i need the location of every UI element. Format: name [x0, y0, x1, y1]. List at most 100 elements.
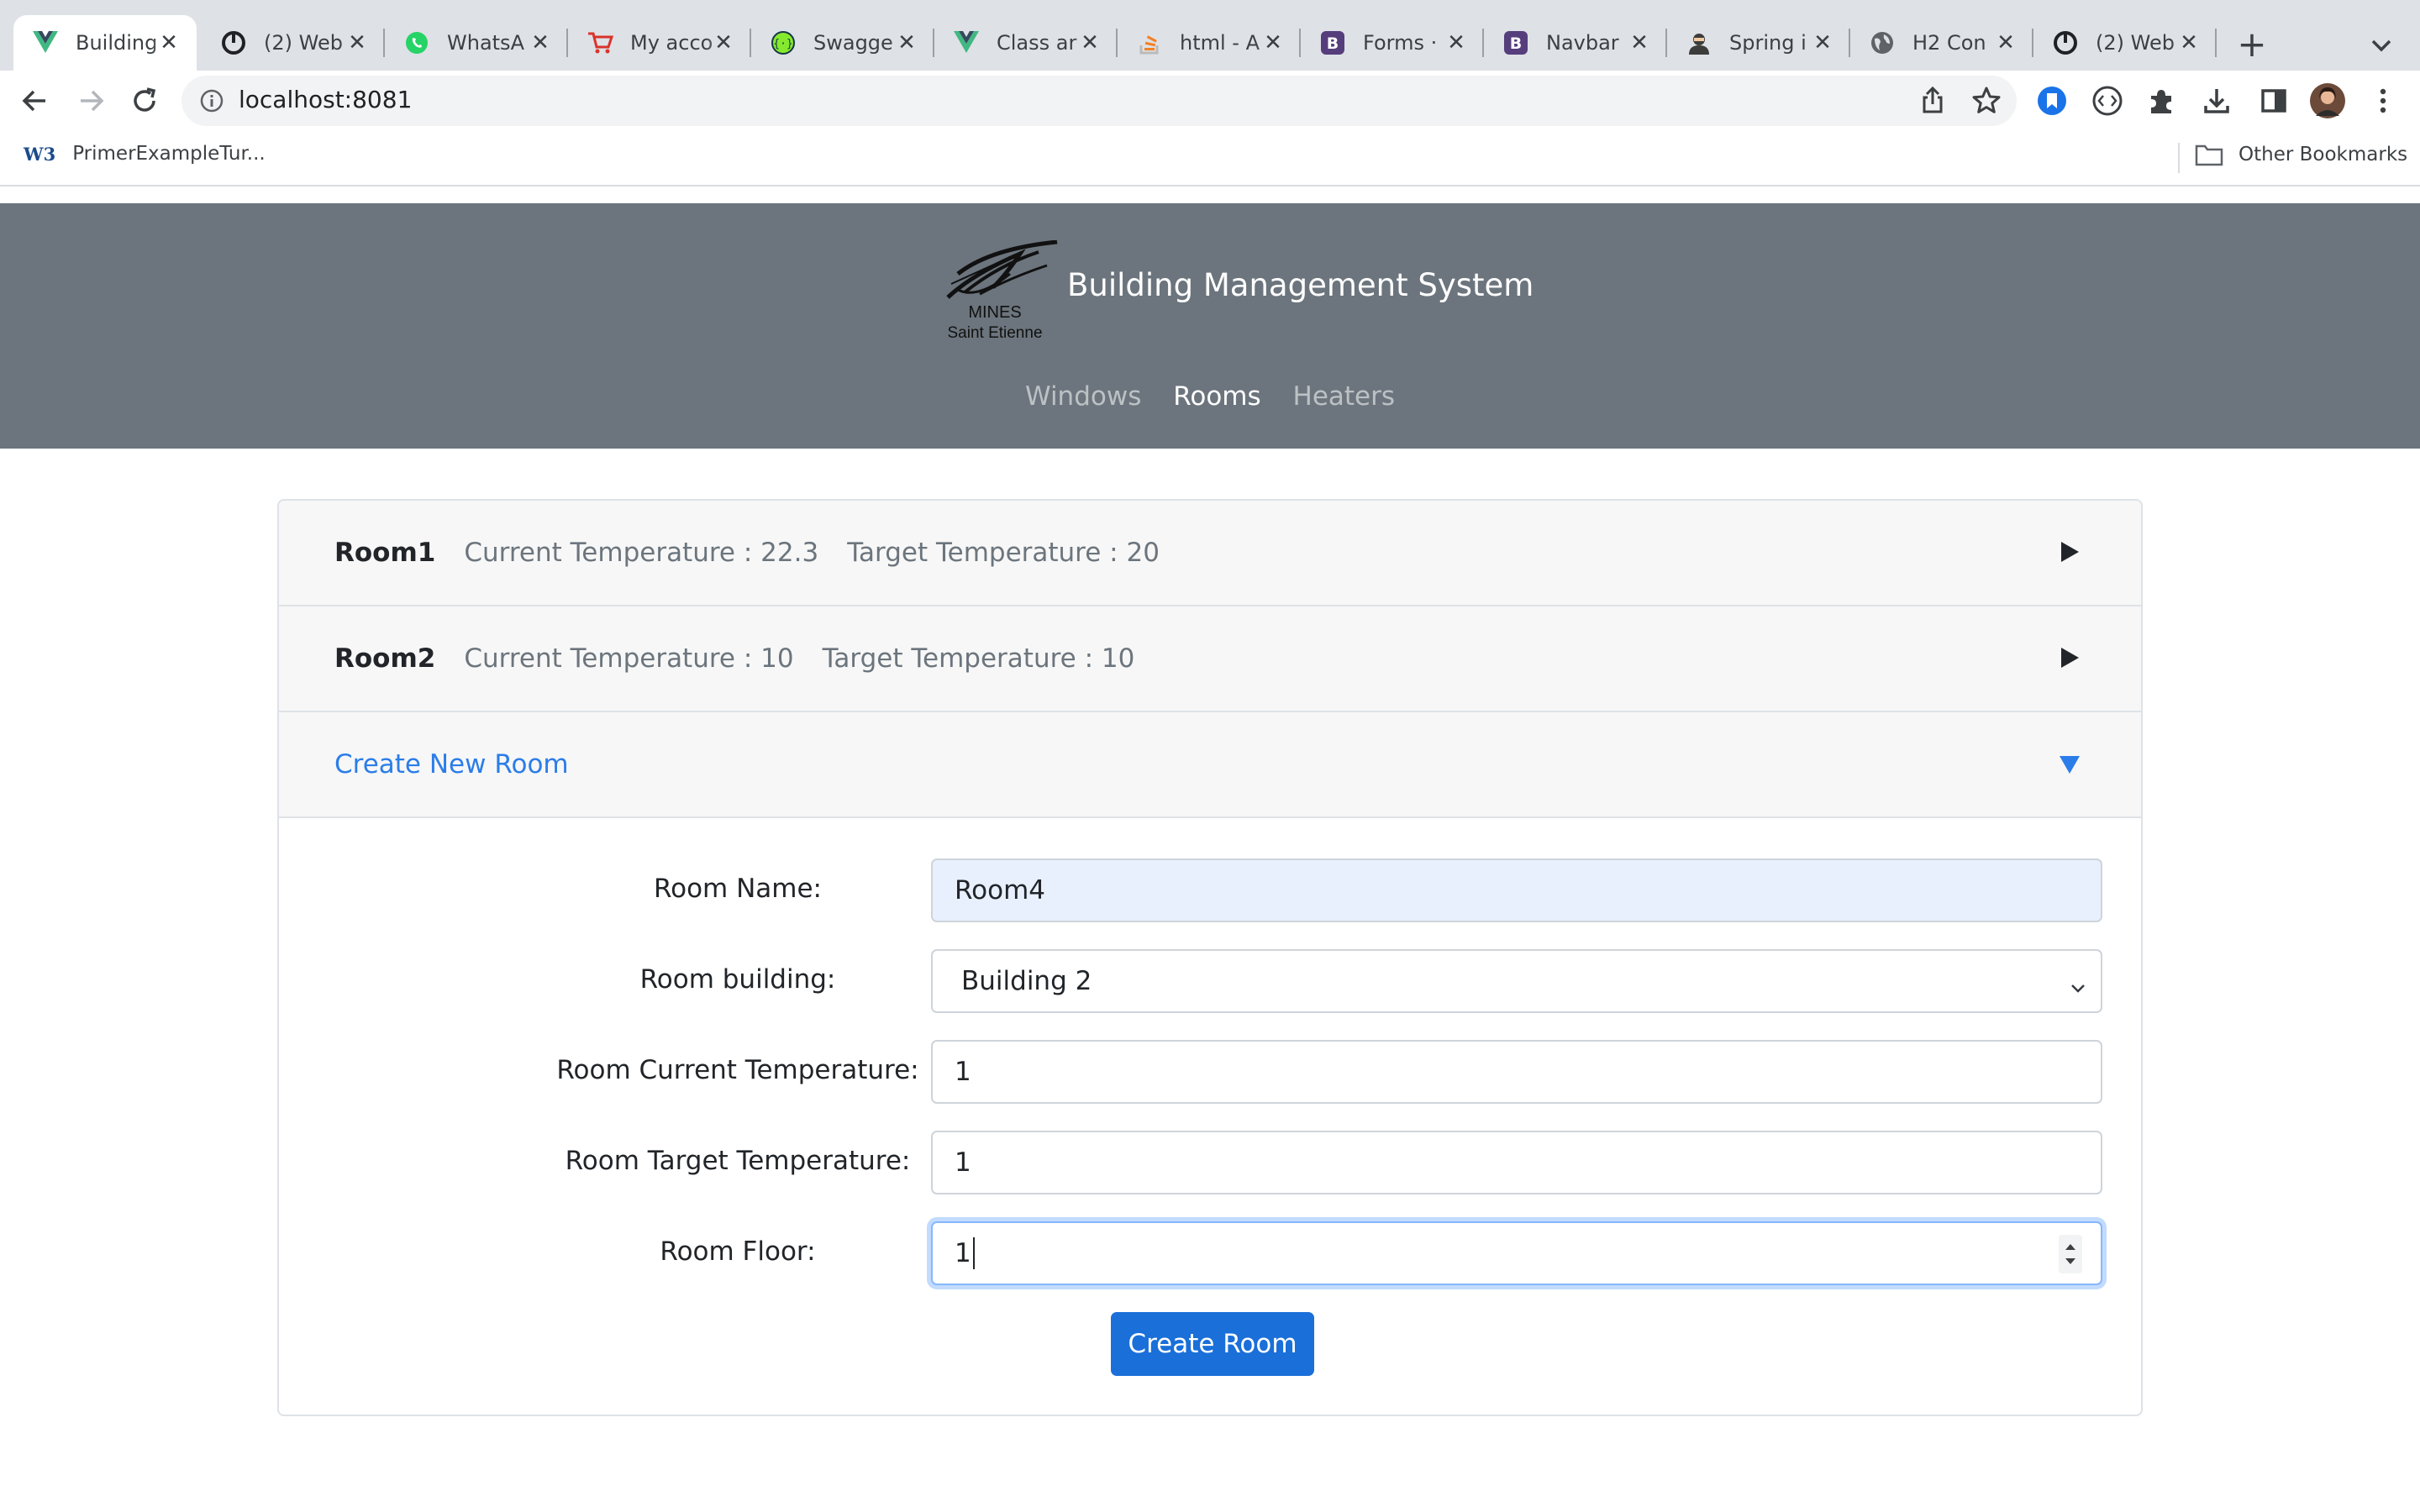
- vue-icon: [32, 29, 59, 56]
- room-target-temperature-value: 1: [955, 1147, 971, 1178]
- cart-icon: [587, 29, 613, 56]
- close-icon[interactable]: ✕: [1260, 30, 1286, 55]
- browser-tab[interactable]: html - A ✕: [1118, 15, 1301, 71]
- collapse-triangle-icon[interactable]: [2055, 749, 2084, 778]
- browser-tab[interactable]: (2) Web ✕: [202, 15, 385, 71]
- w3-icon: W3: [24, 143, 56, 165]
- close-icon[interactable]: ✕: [894, 30, 919, 55]
- nav-link-heaters[interactable]: Heaters: [1293, 381, 1396, 412]
- room-building-value: Building 2: [961, 966, 1092, 996]
- form-row-room-floor: Room Floor: 1: [279, 1221, 2141, 1285]
- form-row-room-target-temperature: Room Target Temperature: 1: [279, 1131, 2141, 1194]
- room-name: Room2: [334, 643, 436, 674]
- other-bookmarks[interactable]: Other Bookmarks: [2195, 143, 2407, 166]
- browser-tab[interactable]: Spring i ✕: [1667, 15, 1850, 71]
- browser-tab[interactable]: (2) Web ✕: [2033, 15, 2217, 71]
- bootstrap-icon: B: [1502, 29, 1529, 56]
- close-icon[interactable]: ✕: [2176, 30, 2202, 55]
- nav-link-windows[interactable]: Windows: [1025, 381, 1141, 412]
- nav-link-rooms[interactable]: Rooms: [1173, 381, 1260, 412]
- browser-tab[interactable]: My acco ✕: [568, 15, 751, 71]
- more-vert-icon[interactable]: [2365, 82, 2402, 119]
- code-extension-icon[interactable]: [2089, 82, 2126, 119]
- create-room-button[interactable]: Create Room: [1111, 1312, 1314, 1376]
- room-accordion-header[interactable]: Room2 Current Temperature : 10 Target Te…: [279, 606, 2141, 712]
- bookmark-label: PrimerExampleTur...: [72, 143, 266, 165]
- form-row-room-name: Room Name: Room4: [279, 858, 2141, 922]
- swagger-icon: {·}: [770, 29, 797, 56]
- close-icon[interactable]: ✕: [528, 30, 553, 55]
- expand-triangle-icon[interactable]: [2055, 538, 2084, 566]
- close-icon[interactable]: ✕: [1627, 30, 1652, 55]
- room-name-input[interactable]: Room4: [931, 858, 2102, 922]
- chevron-down-icon: [2069, 974, 2087, 993]
- star-icon[interactable]: [1970, 84, 2003, 118]
- bookmark-item[interactable]: W3 PrimerExampleTur...: [24, 143, 266, 165]
- power-icon: [2052, 29, 2079, 56]
- app-title[interactable]: Building Management System: [1067, 267, 1534, 303]
- app-header: [0, 203, 2420, 449]
- room-accordion-header[interactable]: Room1 Current Temperature : 22.3 Target …: [279, 501, 2141, 606]
- profile-avatar[interactable]: [2309, 82, 2346, 119]
- close-icon[interactable]: ✕: [345, 30, 370, 55]
- number-spinner[interactable]: [2059, 1235, 2082, 1273]
- current-temperature: Current Temperature : 22.3: [464, 538, 819, 568]
- browser-tab[interactable]: B Forms · ✕: [1301, 15, 1484, 71]
- room-target-temperature-input[interactable]: 1: [931, 1131, 2102, 1194]
- close-icon[interactable]: ✕: [711, 30, 736, 55]
- folder-icon: [2195, 143, 2223, 166]
- close-icon[interactable]: ✕: [1444, 30, 1469, 55]
- browser-tab[interactable]: Class ar ✕: [934, 15, 1118, 71]
- close-icon[interactable]: ✕: [1993, 30, 2018, 55]
- svg-text:{·}: {·}: [773, 38, 792, 50]
- side-panel-icon[interactable]: [2255, 82, 2292, 119]
- room-current-temperature-input[interactable]: 1: [931, 1040, 2102, 1104]
- user-avatar-icon: [1686, 29, 1712, 56]
- vue-icon: [953, 29, 980, 56]
- svg-text:MINES: MINES: [968, 303, 1021, 322]
- url-text[interactable]: localhost:8081: [239, 86, 412, 113]
- rooms-accordion: Room1 Current Temperature : 22.3 Target …: [277, 499, 2143, 1416]
- create-room-heading: Create New Room: [334, 749, 569, 780]
- form-row-room-building: Room building: Building 2: [279, 949, 2141, 1013]
- room-building-select[interactable]: Building 2: [931, 949, 2102, 1013]
- bookmark-extension-icon[interactable]: [2033, 82, 2070, 119]
- browser-tab[interactable]: H2 Con ✕: [1850, 15, 2033, 71]
- close-icon[interactable]: ✕: [1077, 30, 1102, 55]
- browser-tab[interactable]: {·} Swagge ✕: [751, 15, 934, 71]
- bookmarks-separator: [2178, 143, 2180, 173]
- create-room-accordion-header[interactable]: Create New Room: [279, 712, 2141, 818]
- form-row-room-current-temperature: Room Current Temperature: 1: [279, 1040, 2141, 1104]
- power-icon: [220, 29, 247, 56]
- browser-tab[interactable]: B Navbar ✕: [1484, 15, 1667, 71]
- room-floor-input[interactable]: 1: [931, 1221, 2102, 1285]
- expand-triangle-icon[interactable]: [2055, 643, 2084, 672]
- whatsapp-icon: [403, 29, 430, 56]
- close-icon[interactable]: ✕: [156, 30, 182, 55]
- share-icon[interactable]: [1916, 84, 1949, 118]
- reload-icon[interactable]: [126, 82, 163, 119]
- browser-tab[interactable]: WhatsA ✕: [385, 15, 568, 71]
- target-temperature: Target Temperature : 20: [847, 538, 1160, 568]
- svg-text:B: B: [1327, 34, 1339, 53]
- puzzle-extensions-icon[interactable]: [2143, 82, 2180, 119]
- close-icon[interactable]: ✕: [1810, 30, 1835, 55]
- info-icon[interactable]: [198, 87, 225, 114]
- download-icon[interactable]: [2198, 82, 2235, 119]
- svg-text:Saint Etienne: Saint Etienne: [947, 324, 1042, 342]
- other-bookmarks-label: Other Bookmarks: [2238, 144, 2408, 165]
- bootstrap-icon: B: [1319, 29, 1346, 56]
- tab-search-chevron-down-icon[interactable]: [2363, 27, 2400, 64]
- room-name-value: Room4: [955, 875, 1046, 906]
- tab-separator: [2215, 29, 2217, 57]
- bookmarks-bar: [0, 131, 2420, 186]
- forward-arrow-icon[interactable]: [72, 82, 109, 119]
- main-nav: Windows Rooms Heaters: [0, 381, 2420, 412]
- back-arrow-icon[interactable]: [17, 82, 54, 119]
- browser-tab[interactable]: Building ✕: [13, 15, 197, 71]
- room-current-temperature-value: 1: [955, 1057, 971, 1087]
- text-cursor: [972, 1237, 975, 1269]
- new-tab-button[interactable]: +: [2232, 24, 2272, 65]
- mines-saint-etienne-logo[interactable]: MINES Saint Etienne: [939, 239, 1062, 346]
- address-bar[interactable]: [182, 76, 2017, 126]
